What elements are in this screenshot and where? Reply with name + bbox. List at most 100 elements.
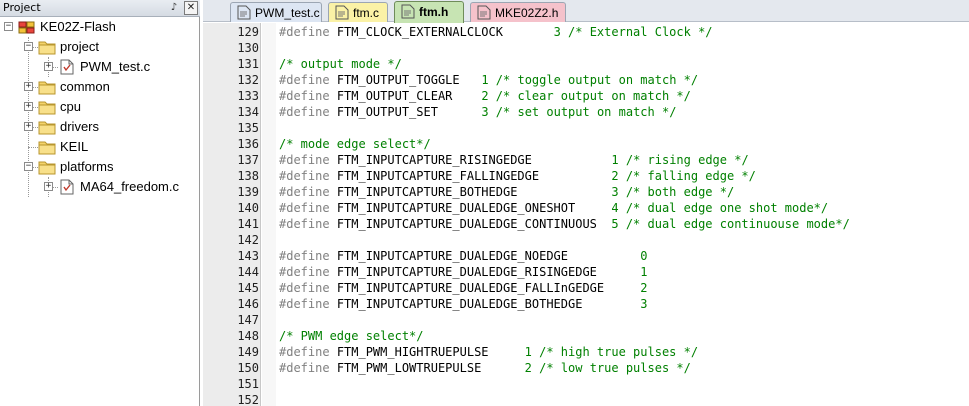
code-line[interactable]: #define FTM_INPUTCAPTURE_DUALEDGE_BOTHED… bbox=[279, 297, 647, 311]
tree-node-label: cpu bbox=[60, 99, 81, 114]
tree-node-platforms[interactable]: − platforms bbox=[0, 157, 199, 177]
code-line[interactable]: /* PWM edge select*/ bbox=[279, 329, 424, 343]
source-file-icon bbox=[237, 5, 251, 20]
fold-margin bbox=[262, 23, 276, 406]
code-comment: /* mode edge select*/ bbox=[279, 137, 431, 151]
macro-name: FTM_INPUTCAPTURE_DUALEDGE_ONESHOT bbox=[336, 201, 576, 215]
preprocessor-keyword: #define bbox=[279, 105, 330, 119]
tab-pwm-test-c[interactable]: PWM_test.c bbox=[230, 2, 322, 22]
collapse-icon[interactable]: − bbox=[24, 162, 33, 171]
collapse-icon[interactable]: − bbox=[4, 22, 13, 31]
tree-node-ke02z-flash[interactable]: − KE02Z-Flash bbox=[0, 17, 199, 37]
project-tree: − KE02Z-Flash − project + PWM_test.c + common + c… bbox=[0, 17, 199, 406]
code-comment: /* toggle output on match */ bbox=[495, 73, 699, 87]
tree-node-label: KEIL bbox=[60, 139, 89, 154]
code-line[interactable]: /* output mode */ bbox=[279, 57, 402, 71]
macro-value: 2 bbox=[481, 89, 489, 103]
code-line[interactable]: #define FTM_OUTPUT_TOGGLE 1 /* toggle ou… bbox=[279, 73, 698, 87]
code-line[interactable]: #define FTM_CLOCK_EXTERNALCLOCK 3 /* Ext… bbox=[279, 25, 713, 39]
preprocessor-keyword: #define bbox=[279, 25, 330, 39]
code-line[interactable]: #define FTM_INPUTCAPTURE_BOTHEDGE 3 /* b… bbox=[279, 185, 734, 199]
pin-icon[interactable]: ♪ bbox=[167, 1, 181, 15]
macro-value: 1 bbox=[640, 265, 648, 279]
line-number: 141 bbox=[237, 217, 259, 231]
close-icon[interactable]: ✕ bbox=[184, 1, 198, 15]
tree-node-common[interactable]: + common bbox=[0, 77, 199, 97]
code-line[interactable]: #define FTM_INPUTCAPTURE_DUALEDGE_ONESHO… bbox=[279, 201, 828, 215]
expand-icon[interactable]: + bbox=[24, 102, 33, 111]
macro-value: 1 bbox=[611, 153, 619, 167]
preprocessor-keyword: #define bbox=[279, 297, 330, 311]
preprocessor-keyword: #define bbox=[279, 185, 330, 199]
code-line[interactable]: #define FTM_INPUTCAPTURE_RISINGEDGE 1 /*… bbox=[279, 153, 749, 167]
macro-value: 5 bbox=[611, 217, 619, 231]
macro-name: FTM_INPUTCAPTURE_DUALEDGE_NOEDGE bbox=[336, 249, 568, 263]
line-number: 147 bbox=[237, 313, 259, 327]
code-line[interactable]: #define FTM_PWM_LOWTRUEPULSE 2 /* low tr… bbox=[279, 361, 691, 375]
expand-icon[interactable]: + bbox=[44, 182, 53, 191]
macro-value: 2 bbox=[640, 281, 648, 295]
code-line[interactable]: #define FTM_INPUTCAPTURE_DUALEDGE_FALLIn… bbox=[279, 281, 647, 295]
code-comment: /* rising edge */ bbox=[625, 153, 749, 167]
tree-node-ma64-freedom-c[interactable]: + MA64_freedom.c bbox=[0, 177, 199, 197]
tree-node-project[interactable]: − project bbox=[0, 37, 199, 57]
preprocessor-keyword: #define bbox=[279, 201, 330, 215]
code-comment: /* External Clock */ bbox=[568, 25, 713, 39]
code-line[interactable]: #define FTM_OUTPUT_CLEAR 2 /* clear outp… bbox=[279, 89, 691, 103]
code-line[interactable]: #define FTM_PWM_HIGHTRUEPULSE 1 /* high … bbox=[279, 345, 698, 359]
tab-label: ftm.c bbox=[353, 6, 379, 20]
tab-ftm-h[interactable]: ftm.h bbox=[394, 1, 464, 23]
macro-value: 1 bbox=[481, 73, 489, 87]
collapse-icon[interactable]: − bbox=[24, 42, 33, 51]
tree-node-label: common bbox=[60, 79, 110, 94]
c-file-icon bbox=[58, 179, 76, 195]
line-number: 145 bbox=[237, 281, 259, 295]
code-line[interactable]: #define FTM_INPUTCAPTURE_FALLINGEDGE 2 /… bbox=[279, 169, 756, 183]
tab-label: ftm.h bbox=[419, 5, 449, 19]
tree-node-label: project bbox=[60, 39, 100, 54]
tree-node-pwm-test-c[interactable]: + PWM_test.c bbox=[0, 57, 199, 77]
source-file-icon bbox=[401, 4, 415, 19]
preprocessor-keyword: #define bbox=[279, 169, 330, 183]
macro-name: FTM_INPUTCAPTURE_DUALEDGE_CONTINUOUS bbox=[336, 217, 597, 231]
line-number: 150 bbox=[237, 361, 259, 375]
code-area[interactable]: 129 130 131 132 133 134 135 136 137 138 139 140 141 1… bbox=[203, 23, 969, 406]
code-line[interactable]: #define FTM_OUTPUT_SET 3 /* set output o… bbox=[279, 105, 676, 119]
macro-name: FTM_INPUTCAPTURE_BOTHEDGE bbox=[336, 185, 518, 199]
line-number-gutter: 129 130 131 132 133 134 135 136 137 138 139 140 141 1… bbox=[203, 23, 261, 406]
project-panel-title: Project bbox=[3, 1, 41, 14]
tree-node-keil[interactable]: KEIL bbox=[0, 137, 199, 157]
line-number: 151 bbox=[237, 377, 259, 391]
tab-mke02z2-h[interactable]: MKE02Z2.h bbox=[470, 2, 566, 22]
code-line[interactable]: #define FTM_INPUTCAPTURE_DUALEDGE_RISING… bbox=[279, 265, 648, 279]
macro-name: FTM_OUTPUT_CLEAR bbox=[336, 89, 453, 103]
code-line[interactable]: /* mode edge select*/ bbox=[279, 137, 431, 151]
code-line[interactable]: #define FTM_INPUTCAPTURE_DUALEDGE_NOEDGE… bbox=[279, 249, 647, 263]
code-line[interactable]: #define FTM_INPUTCAPTURE_DUALEDGE_CONTIN… bbox=[279, 217, 850, 231]
expand-icon[interactable]: + bbox=[44, 62, 53, 71]
preprocessor-keyword: #define bbox=[279, 217, 330, 231]
macro-name: FTM_INPUTCAPTURE_FALLINGEDGE bbox=[336, 169, 540, 183]
tab-ftm-c[interactable]: ftm.c bbox=[328, 2, 388, 22]
line-number: 131 bbox=[237, 57, 259, 71]
code-comment: /* dual edge continuouse mode*/ bbox=[625, 217, 850, 231]
tree-node-drivers[interactable]: + drivers bbox=[0, 117, 199, 137]
tree-node-cpu[interactable]: + cpu bbox=[0, 97, 199, 117]
tab-label: MKE02Z2.h bbox=[495, 6, 559, 20]
folder-icon bbox=[38, 119, 56, 135]
macro-name: FTM_INPUTCAPTURE_DUALEDGE_BOTHEDGE bbox=[336, 297, 583, 311]
expand-icon[interactable]: + bbox=[24, 122, 33, 131]
code-comment: /* clear output on match */ bbox=[495, 89, 691, 103]
macro-name: FTM_OUTPUT_TOGGLE bbox=[336, 73, 460, 87]
code-comment: /* PWM edge select*/ bbox=[279, 329, 424, 343]
expand-icon[interactable]: + bbox=[24, 82, 33, 91]
code-comment: /* falling edge */ bbox=[625, 169, 756, 183]
project-panel-header: Project ♪ ✕ bbox=[0, 0, 200, 17]
line-number: 133 bbox=[237, 89, 259, 103]
macro-value: 3 bbox=[611, 185, 619, 199]
line-number: 149 bbox=[237, 345, 259, 359]
line-number: 136 bbox=[237, 137, 259, 151]
macro-value: 0 bbox=[640, 249, 648, 263]
folder-icon bbox=[38, 99, 56, 115]
line-number: 130 bbox=[237, 41, 259, 55]
